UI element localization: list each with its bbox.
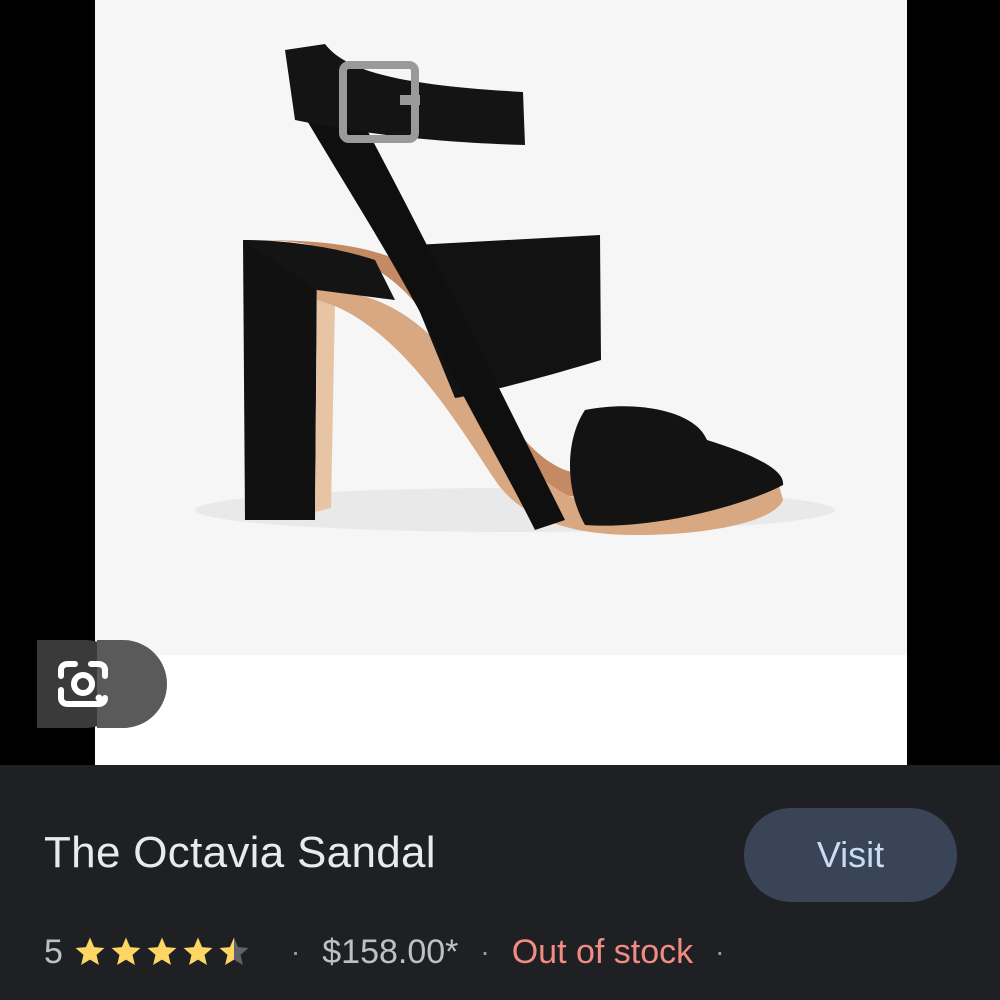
product-title[interactable]: The Octavia Sandal [44,828,436,878]
star-icon [183,937,213,966]
google-lens-icon [58,661,108,707]
image-viewer [0,0,1000,765]
separator-dot: · [290,936,301,967]
product-meta-row: 5 · $158.00* · Out of stock · [44,928,746,976]
product-price: $158.00* [322,932,459,971]
separator-dot: · [480,936,490,967]
star-icon [75,937,105,966]
rating-number: 5 [44,932,63,971]
star-icon [219,937,249,966]
google-lens-button[interactable] [37,640,167,728]
stock-status: Out of stock [511,932,694,971]
separator-dot: · [715,936,725,967]
star-icon [147,937,177,966]
star-rating [73,935,253,969]
visit-button[interactable]: Visit [744,808,957,902]
product-image[interactable] [95,0,907,765]
sandal-illustration [195,44,835,535]
star-icon [111,937,141,966]
